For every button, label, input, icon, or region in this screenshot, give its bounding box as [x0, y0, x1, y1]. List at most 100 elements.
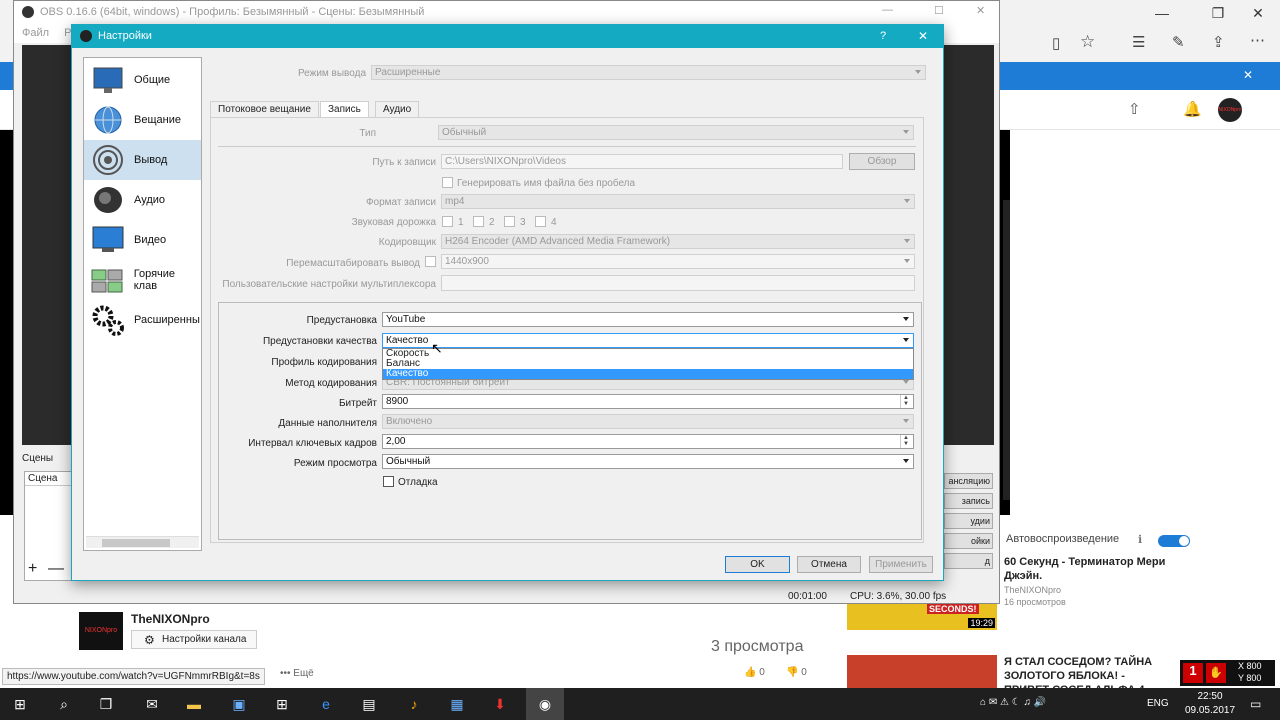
- minimize-icon[interactable]: —: [1140, 0, 1184, 26]
- category-hotkeys[interactable]: Горячие клав: [84, 260, 201, 300]
- tab-recording[interactable]: Запись: [320, 101, 369, 118]
- rec2-thumbnail[interactable]: [847, 655, 997, 688]
- quality-option-speed[interactable]: Скорость: [383, 349, 913, 359]
- control-panel-icon[interactable]: ▣: [225, 691, 253, 717]
- category-video[interactable]: Видео: [84, 220, 201, 260]
- nospace-checkbox[interactable]: [442, 177, 453, 188]
- rec2-title[interactable]: Я СТАЛ СОСЕДОМ? ТАЙНА ЗОЛОТОГО ЯБЛОКА! -…: [1004, 655, 1172, 688]
- more-icon[interactable]: ⋯: [1250, 31, 1265, 49]
- bell-icon[interactable]: 🔔: [1183, 100, 1202, 118]
- track-2-label: 2: [489, 217, 495, 228]
- file-explorer-icon[interactable]: ▬: [180, 691, 208, 717]
- output-mode-select[interactable]: Расширенные: [371, 65, 926, 80]
- rec1-title[interactable]: 60 Секунд - Терминатор Мери Джэйн.: [1004, 555, 1194, 583]
- edge-browser-icon[interactable]: e: [312, 691, 340, 717]
- rescale-checkbox[interactable]: [425, 256, 436, 267]
- start-stream-button[interactable]: ансляцию: [944, 473, 993, 489]
- close-icon[interactable]: ✕: [1236, 0, 1280, 26]
- track-2-checkbox[interactable]: [473, 216, 484, 227]
- keyint-spinbox[interactable]: 2,00 ▲ ▼: [382, 434, 914, 449]
- quality-dropdown-list[interactable]: Скорость Баланс Качество: [382, 348, 914, 380]
- obs-taskbar-icon[interactable]: ◉: [526, 688, 564, 720]
- obs-minimize-icon[interactable]: —: [882, 4, 893, 16]
- share-icon[interactable]: ⇪: [1212, 33, 1225, 51]
- favorite-star-icon[interactable]: ☆: [1080, 32, 1095, 52]
- dialog-close-button[interactable]: ✕: [918, 29, 928, 43]
- pen-icon[interactable]: ✎: [1172, 33, 1185, 51]
- notifications-icon[interactable]: ▭: [1250, 697, 1261, 711]
- autoplay-toggle[interactable]: [1158, 535, 1190, 547]
- studio-mode-button[interactable]: удии: [944, 513, 993, 529]
- obs-maximize-icon[interactable]: ☐: [934, 4, 944, 17]
- format-select[interactable]: mp4: [441, 194, 915, 209]
- exit-button[interactable]: д: [944, 553, 993, 569]
- category-hscroll[interactable]: [86, 536, 199, 548]
- track-1-checkbox[interactable]: [442, 216, 453, 227]
- search-icon[interactable]: ⌕: [50, 691, 78, 717]
- hub-icon[interactable]: ☰: [1132, 33, 1145, 51]
- tab-streaming[interactable]: Потоковое вещание: [210, 101, 319, 118]
- bitrate-spinbox[interactable]: 8900 ▲ ▼: [382, 394, 914, 409]
- dialog-title: Настройки: [98, 30, 152, 42]
- obs-close-icon[interactable]: ✕: [976, 4, 985, 17]
- tab-audio[interactable]: Аудио: [375, 101, 420, 118]
- restore-icon[interactable]: ❐: [1196, 0, 1240, 26]
- winrar-icon[interactable]: ▦: [443, 691, 471, 717]
- path-input[interactable]: C:\Users\NIXONpro\Videos: [441, 154, 843, 169]
- type-select[interactable]: Обычный: [438, 125, 914, 140]
- channel-name[interactable]: TheNIXONpro: [131, 612, 210, 626]
- language-indicator[interactable]: ENG: [1147, 698, 1169, 709]
- filler-select[interactable]: Включено: [382, 414, 914, 429]
- channel-avatar[interactable]: NIXONpro: [79, 612, 123, 650]
- browse-button[interactable]: Обзор: [849, 153, 915, 170]
- hscroll-thumb[interactable]: [102, 539, 170, 547]
- task-view-icon[interactable]: ❐: [92, 691, 120, 717]
- category-output[interactable]: Вывод: [84, 140, 201, 180]
- clock-date[interactable]: 09.05.2017: [1180, 705, 1240, 716]
- bitrate-spin-arrows[interactable]: ▲ ▼: [900, 395, 911, 408]
- view-mode-select[interactable]: Обычный: [382, 454, 914, 469]
- apply-button[interactable]: Применить: [869, 556, 933, 573]
- upload-icon[interactable]: ⇧: [1128, 100, 1141, 118]
- mux-input[interactable]: [441, 275, 915, 291]
- scrollbar[interactable]: [1003, 200, 1010, 500]
- avatar[interactable]: NIXONpro: [1218, 98, 1242, 122]
- start-windows-icon[interactable]: ⊞: [6, 691, 34, 717]
- close-bar-icon[interactable]: ✕: [1243, 68, 1253, 82]
- more-button[interactable]: ••• Ещё: [280, 668, 314, 679]
- tray-icons[interactable]: ⌂ ✉ ⚠ ☾ ♫ 🔊: [980, 697, 1046, 708]
- help-button[interactable]: ?: [880, 30, 886, 42]
- settings-button[interactable]: ойки: [944, 533, 993, 549]
- remove-scene-button[interactable]: —: [48, 560, 64, 578]
- start-recording-button[interactable]: запись: [944, 493, 993, 509]
- reading-view-icon[interactable]: ▯: [1052, 34, 1060, 52]
- category-audio[interactable]: Аудио: [84, 180, 201, 220]
- encoder-select[interactable]: H264 Encoder (AMD Advanced Media Framewo…: [441, 234, 915, 249]
- rescale-select[interactable]: 1440x900: [441, 254, 915, 269]
- preset-select[interactable]: YouTube: [382, 312, 914, 327]
- media-icon[interactable]: ▤: [355, 691, 383, 717]
- keyint-spin-arrows[interactable]: ▲ ▼: [900, 435, 911, 448]
- downloader-icon[interactable]: ⬇: [486, 691, 514, 717]
- category-stream[interactable]: Вещание: [84, 100, 201, 140]
- mail-icon[interactable]: ✉: [138, 691, 166, 717]
- track-4-checkbox[interactable]: [535, 216, 546, 227]
- store-icon[interactable]: ⊞: [268, 691, 296, 717]
- debug-checkbox[interactable]: [383, 476, 394, 487]
- track-3-checkbox[interactable]: [504, 216, 515, 227]
- category-general[interactable]: Общие: [84, 60, 201, 100]
- add-scene-button[interactable]: +: [28, 560, 37, 578]
- quality-option-quality[interactable]: Качество: [383, 369, 913, 379]
- channel-settings-button[interactable]: ⚙ Настройки канала: [131, 630, 257, 649]
- clock-time[interactable]: 22:50: [1190, 691, 1230, 702]
- category-advanced[interactable]: Расширенны: [84, 300, 201, 340]
- quality-select[interactable]: Качество: [382, 333, 914, 348]
- fraps-icon[interactable]: ♪: [400, 691, 428, 717]
- ok-button[interactable]: OK: [725, 556, 790, 573]
- like-button[interactable]: 👍 0: [744, 667, 765, 678]
- dislike-button[interactable]: 👎 0: [786, 667, 807, 678]
- info-icon[interactable]: ℹ: [1138, 533, 1142, 546]
- quality-option-balance[interactable]: Баланс: [383, 359, 913, 369]
- menu-file[interactable]: Файл: [22, 27, 49, 39]
- cancel-button[interactable]: Отмена: [797, 556, 861, 573]
